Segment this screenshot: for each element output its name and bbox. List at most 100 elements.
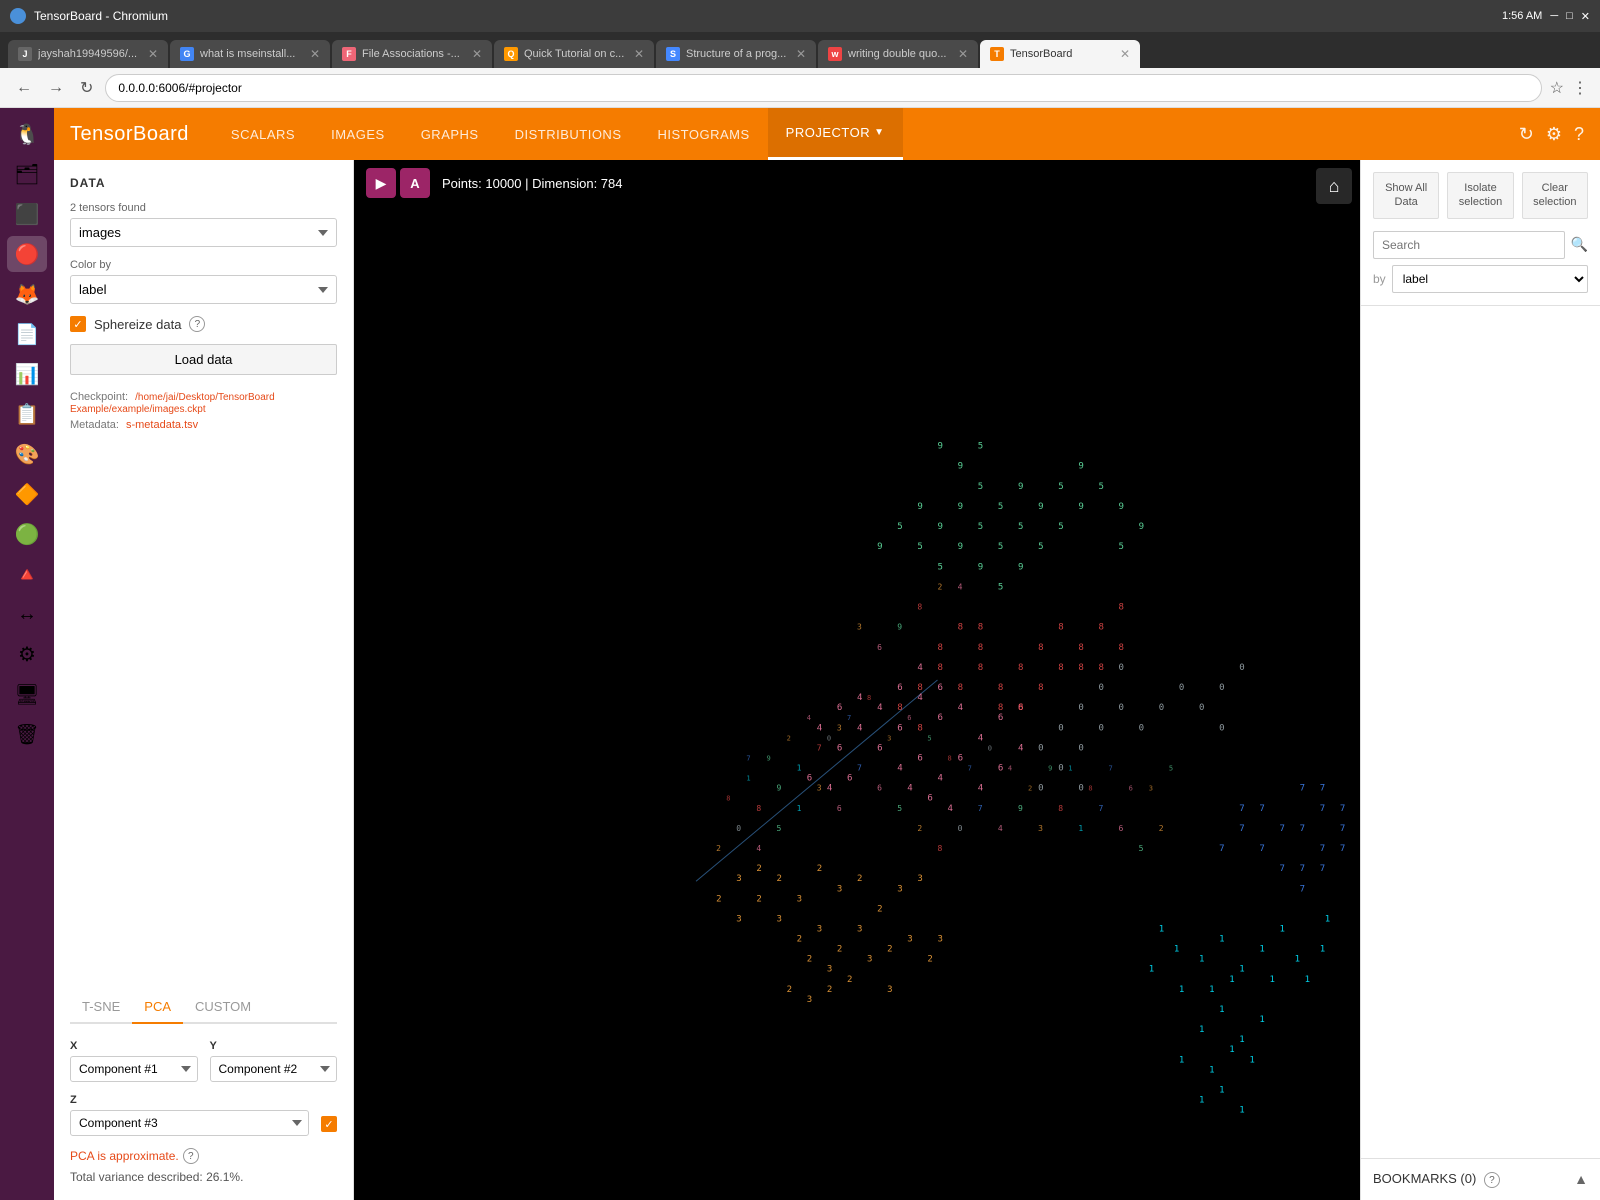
load-data-button[interactable]: Load data [70,344,337,375]
tab-pca[interactable]: PCA [132,991,183,1024]
taskbar-icon-usc[interactable]: ↔ [7,596,47,632]
tab-tsne[interactable]: T-SNE [70,991,132,1022]
taskbar-icon-sublime[interactable]: 🔶 [7,476,47,512]
clear-selection-button[interactable]: Clearselection [1522,172,1588,219]
svg-text:9: 9 [766,753,770,762]
svg-text:5: 5 [777,824,782,833]
svg-text:4: 4 [877,703,883,713]
taskbar: 🐧 🗂 ⬛ 🔴 🦊 📄 📊 📋 🎨 🔶 🟢 🔺 ↔ ⚙ 🖥 🗑 [0,108,54,1200]
svg-text:2: 2 [807,955,812,965]
play-button[interactable]: ▶ [366,168,396,198]
svg-text:6: 6 [1119,824,1124,833]
tab-custom[interactable]: CUSTOM [183,991,263,1022]
svg-text:4: 4 [937,774,943,784]
help-icon[interactable]: ? [1574,124,1584,145]
svg-text:3: 3 [817,784,822,793]
pca-help-icon[interactable]: ? [183,1148,199,1164]
maximize-button[interactable]: □ [1566,10,1573,22]
taskbar-icon-writer[interactable]: 📄 [7,316,47,352]
taskbar-icon-system[interactable]: 🖥 [7,676,47,712]
svg-text:2: 2 [716,844,721,853]
bookmarks-help-icon[interactable]: ? [1484,1172,1500,1188]
taskbar-icon-files[interactable]: 🗂 [7,156,47,192]
y-axis-select[interactable]: Component #2 [210,1056,338,1082]
nav-images[interactable]: IMAGES [313,108,403,160]
home-button[interactable]: ⌂ [1316,168,1352,204]
svg-text:0: 0 [958,824,963,833]
tab-close-tab6[interactable]: ✕ [958,47,968,61]
tab-close-tab2[interactable]: ✕ [310,47,320,61]
svg-text:5: 5 [927,733,931,742]
bookmarks-header[interactable]: BOOKMARKS (0) ? ▲ [1373,1171,1588,1189]
show-all-data-button[interactable]: Show AllData [1373,172,1439,219]
taskbar-icon-scribus[interactable]: 🟢 [7,516,47,552]
nav-scalars[interactable]: SCALARS [213,108,313,160]
svg-text:0: 0 [1199,703,1204,713]
refresh-icon[interactable]: ↻ [1519,124,1534,145]
svg-text:1: 1 [1219,1005,1224,1015]
svg-text:3: 3 [777,914,782,924]
tab-close-tab3[interactable]: ✕ [472,47,482,61]
svg-text:6: 6 [897,683,902,693]
visualization-area[interactable]: ▶ A Points: 10000 | Dimension: 784 ⌂ [354,160,1360,1200]
svg-text:1: 1 [1149,965,1154,975]
svg-text:8: 8 [937,643,942,653]
viz-mode-buttons: ▶ A [366,168,430,198]
taskbar-icon-vlc[interactable]: 🔺 [7,556,47,592]
svg-text:2: 2 [847,975,852,985]
taskbar-icon-terminal[interactable]: ⬛ [7,196,47,232]
tensor-select[interactable]: images [70,218,337,247]
nav-histograms[interactable]: HISTOGRAMS [640,108,768,160]
taskbar-icon-browser[interactable]: 🔴 [7,236,47,272]
tab-close-tab4[interactable]: ✕ [634,47,644,61]
nav-projector[interactable]: PROJECTOR ▼ [768,108,903,160]
taskbar-icon-draw[interactable]: 🎨 [7,436,47,472]
reload-button[interactable]: ↻ [76,74,97,102]
color-by-select[interactable]: label [70,275,337,304]
taskbar-icon-settings[interactable]: ⚙ [7,636,47,672]
svg-text:4: 4 [978,784,984,794]
nav-graphs[interactable]: GRAPHS [403,108,497,160]
z-axis-select[interactable]: Component #3 [70,1110,309,1136]
taskbar-icon-firefox[interactable]: 🦊 [7,276,47,312]
sphereize-help-icon[interactable]: ? [189,316,205,332]
menu-icon[interactable]: ⋮ [1572,78,1588,98]
tab-tab2[interactable]: Gwhat is mseinstall...✕ [170,40,330,68]
settings-icon[interactable]: ⚙ [1546,124,1562,145]
svg-text:5: 5 [1038,542,1043,552]
tab-close-tab7[interactable]: ✕ [1120,47,1130,61]
tab-tab4[interactable]: QQuick Tutorial on c...✕ [494,40,654,68]
close-button[interactable]: ✕ [1581,10,1590,23]
tab-tab5[interactable]: SStructure of a prog...✕ [656,40,816,68]
tab-close-tab1[interactable]: ✕ [148,47,158,61]
z-axis-checkbox[interactable]: ✓ [321,1116,337,1132]
type-button[interactable]: A [400,168,430,198]
svg-text:2: 2 [917,824,922,833]
taskbar-icon-calc[interactable]: 📊 [7,356,47,392]
tab-tab6[interactable]: wwriting double quo...✕ [818,40,978,68]
svg-text:4: 4 [1008,764,1012,773]
tab-tab1[interactable]: Jjayshah19949596/...✕ [8,40,168,68]
back-button[interactable]: ← [12,75,36,101]
by-select[interactable]: label [1392,265,1588,293]
nav-distributions[interactable]: DISTRIBUTIONS [497,108,640,160]
taskbar-icon-trash[interactable]: 🗑 [7,716,47,752]
tab-close-tab5[interactable]: ✕ [796,47,806,61]
tab-tab3[interactable]: FFile Associations -...✕ [332,40,492,68]
pca-info-row: PCA is approximate. ? [70,1148,337,1164]
taskbar-icon-impress[interactable]: 📋 [7,396,47,432]
bookmark-icon[interactable]: ☆ [1550,78,1564,98]
search-input[interactable] [1373,231,1565,259]
isolate-selection-button[interactable]: Isolateselection [1447,172,1513,219]
minimize-button[interactable]: ─ [1550,10,1558,22]
svg-text:4: 4 [897,764,903,774]
svg-text:8: 8 [917,603,922,612]
svg-text:4: 4 [807,713,811,722]
address-input[interactable] [105,74,1541,102]
svg-text:1: 1 [1219,1085,1224,1095]
sphereize-checkbox[interactable]: ✓ [70,316,86,332]
taskbar-icon-ubuntu[interactable]: 🐧 [7,116,47,152]
forward-button[interactable]: → [44,75,68,101]
tab-tab7[interactable]: TTensorBoard✕ [980,40,1140,68]
x-axis-select[interactable]: Component #1 [70,1056,198,1082]
